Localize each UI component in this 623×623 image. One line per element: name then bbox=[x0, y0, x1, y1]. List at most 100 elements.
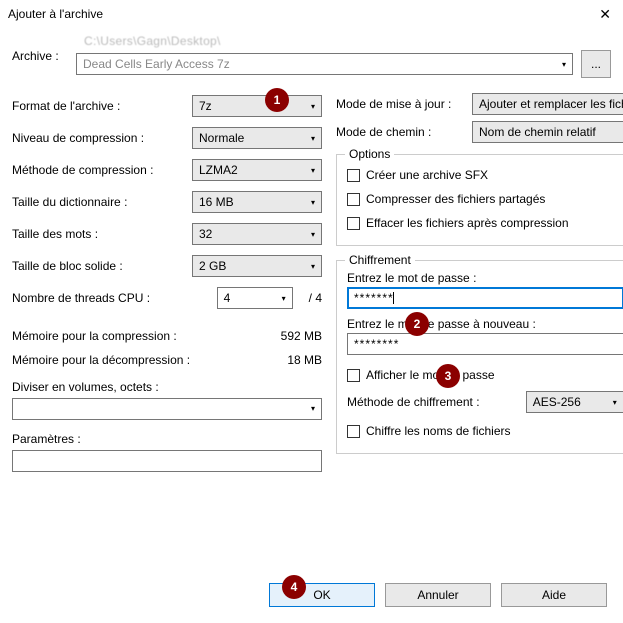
block-row: Taille de bloc solide : 2 GB ▾ bbox=[12, 250, 322, 282]
enc-method-row: Méthode de chiffrement : AES-256 ▾ bbox=[347, 391, 623, 413]
update-select[interactable]: Ajouter et remplacer les fich ▾ bbox=[472, 93, 623, 115]
encrypt-names-row[interactable]: Chiffre les noms de fichiers bbox=[347, 419, 623, 443]
level-select[interactable]: Normale ▾ bbox=[192, 127, 322, 149]
chevron-down-icon: ▾ bbox=[311, 166, 315, 175]
archive-path: C:\Users\Gagn\Desktop\ bbox=[76, 34, 611, 48]
enc-method-label: Méthode de chiffrement : bbox=[347, 395, 520, 409]
threads-row: Nombre de threads CPU : 4 ▾ / 4 bbox=[12, 282, 322, 314]
checkbox-icon[interactable] bbox=[347, 193, 360, 206]
chevron-down-icon: ▾ bbox=[613, 398, 617, 407]
block-select[interactable]: 2 GB ▾ bbox=[192, 255, 322, 277]
volumes-label: Diviser en volumes, octets : bbox=[12, 380, 322, 394]
method-row: Méthode de compression : LZMA2 ▾ bbox=[12, 154, 322, 186]
word-value: 32 bbox=[199, 227, 212, 241]
chevron-down-icon: ▾ bbox=[311, 230, 315, 239]
opt-shared-label: Compresser des fichiers partagés bbox=[366, 192, 545, 206]
mem-decomp-value: 18 MB bbox=[242, 353, 322, 367]
dialog-buttons: OK Annuler Aide bbox=[0, 583, 623, 607]
params-label: Paramètres : bbox=[12, 432, 322, 446]
threads-value: 4 bbox=[224, 291, 231, 305]
titlebar: Ajouter à l'archive ✕ bbox=[0, 0, 623, 28]
enc-method-select[interactable]: AES-256 ▾ bbox=[526, 391, 623, 413]
dialog-content: Archive : C:\Users\Gagn\Desktop\ Dead Ce… bbox=[0, 28, 623, 472]
mem-decomp-row: Mémoire pour la décompression : 18 MB bbox=[12, 348, 322, 372]
password2-input[interactable]: ******** bbox=[347, 333, 623, 355]
archive-row: Archive : C:\Users\Gagn\Desktop\ Dead Ce… bbox=[12, 34, 611, 78]
format-value: 7z bbox=[199, 99, 212, 113]
cancel-label: Annuler bbox=[417, 588, 458, 602]
dict-label: Taille du dictionnaire : bbox=[12, 195, 192, 209]
chevron-down-icon: ▾ bbox=[311, 102, 315, 111]
format-row: Format de l'archive : 7z ▾ bbox=[12, 90, 322, 122]
pathmode-label: Mode de chemin : bbox=[336, 125, 466, 139]
opt-delete-row[interactable]: Effacer les fichiers après compression bbox=[347, 211, 623, 235]
params-input[interactable] bbox=[12, 450, 322, 472]
archive-name-text: Dead Cells Early Access 7z bbox=[83, 57, 230, 71]
archive-name-select[interactable]: Dead Cells Early Access 7z ▾ bbox=[76, 53, 573, 75]
password-value: ******* bbox=[354, 291, 394, 305]
dict-row: Taille du dictionnaire : 16 MB ▾ bbox=[12, 186, 322, 218]
method-label: Méthode de compression : bbox=[12, 163, 192, 177]
word-row: Taille des mots : 32 ▾ bbox=[12, 218, 322, 250]
checkbox-icon[interactable] bbox=[347, 217, 360, 230]
chevron-down-icon: ▾ bbox=[282, 294, 286, 303]
mem-comp-label: Mémoire pour la compression : bbox=[12, 329, 242, 343]
password-label: Entrez le mot de passe : bbox=[347, 271, 623, 285]
ok-label: OK bbox=[313, 588, 330, 602]
ellipsis-icon: ... bbox=[591, 57, 601, 71]
word-select[interactable]: 32 ▾ bbox=[192, 223, 322, 245]
browse-button[interactable]: ... bbox=[581, 50, 611, 78]
chevron-down-icon: ▾ bbox=[311, 134, 315, 143]
method-select[interactable]: LZMA2 ▾ bbox=[192, 159, 322, 181]
checkbox-icon[interactable] bbox=[347, 369, 360, 382]
level-value: Normale bbox=[199, 131, 244, 145]
volumes-select[interactable]: ▾ bbox=[12, 398, 322, 420]
columns: Format de l'archive : 7z ▾ Niveau de com… bbox=[12, 90, 611, 472]
volumes-row: Diviser en volumes, octets : ▾ bbox=[12, 380, 322, 420]
dict-select[interactable]: 16 MB ▾ bbox=[192, 191, 322, 213]
chevron-down-icon: ▾ bbox=[311, 404, 315, 413]
opt-shared-row[interactable]: Compresser des fichiers partagés bbox=[347, 187, 623, 211]
chevron-down-icon: ▾ bbox=[311, 198, 315, 207]
show-password-row[interactable]: Afficher le mot de passe bbox=[347, 363, 623, 387]
word-label: Taille des mots : bbox=[12, 227, 192, 241]
cancel-button[interactable]: Annuler bbox=[385, 583, 491, 607]
ok-button[interactable]: OK bbox=[269, 583, 375, 607]
update-label: Mode de mise à jour : bbox=[336, 97, 466, 111]
update-row: Mode de mise à jour : Ajouter et remplac… bbox=[336, 90, 623, 118]
close-icon[interactable]: ✕ bbox=[595, 6, 615, 23]
opt-delete-label: Effacer les fichiers après compression bbox=[366, 216, 569, 230]
checkbox-icon[interactable] bbox=[347, 169, 360, 182]
options-fieldset: Options Créer une archive SFX Compresser… bbox=[336, 154, 623, 246]
threads-select[interactable]: 4 ▾ bbox=[217, 287, 293, 309]
mem-comp-value: 592 MB bbox=[242, 329, 322, 343]
opt-sfx-label: Créer une archive SFX bbox=[366, 168, 488, 182]
opt-sfx-row[interactable]: Créer une archive SFX bbox=[347, 163, 623, 187]
chevron-down-icon: ▾ bbox=[562, 60, 566, 69]
enc-method-value: AES-256 bbox=[533, 395, 581, 409]
pathmode-select[interactable]: Nom de chemin relatif ▾ bbox=[472, 121, 623, 143]
pathmode-value: Nom de chemin relatif bbox=[479, 125, 596, 139]
password-input[interactable]: ******* bbox=[347, 287, 623, 309]
encrypt-names-label: Chiffre les noms de fichiers bbox=[366, 424, 511, 438]
checkbox-icon[interactable] bbox=[347, 425, 360, 438]
password2-label: Entrez le mot de passe à nouveau : bbox=[347, 317, 623, 331]
block-label: Taille de bloc solide : bbox=[12, 259, 192, 273]
help-button[interactable]: Aide bbox=[501, 583, 607, 607]
mem-comp-row: Mémoire pour la compression : 592 MB bbox=[12, 324, 322, 348]
level-row: Niveau de compression : Normale ▾ bbox=[12, 122, 322, 154]
options-legend: Options bbox=[345, 147, 394, 161]
format-select[interactable]: 7z ▾ bbox=[192, 95, 322, 117]
update-value: Ajouter et remplacer les fich bbox=[479, 97, 623, 111]
encryption-legend: Chiffrement bbox=[345, 253, 415, 267]
threads-total: / 4 bbox=[309, 291, 322, 305]
pathmode-row: Mode de chemin : Nom de chemin relatif ▾ bbox=[336, 118, 623, 146]
text-caret bbox=[393, 292, 394, 304]
help-label: Aide bbox=[542, 588, 566, 602]
mem-decomp-label: Mémoire pour la décompression : bbox=[12, 353, 242, 367]
block-value: 2 GB bbox=[199, 259, 226, 273]
password2-value: ******** bbox=[354, 337, 399, 351]
archive-label: Archive : bbox=[12, 49, 76, 63]
level-label: Niveau de compression : bbox=[12, 131, 192, 145]
window-title: Ajouter à l'archive bbox=[8, 7, 103, 21]
